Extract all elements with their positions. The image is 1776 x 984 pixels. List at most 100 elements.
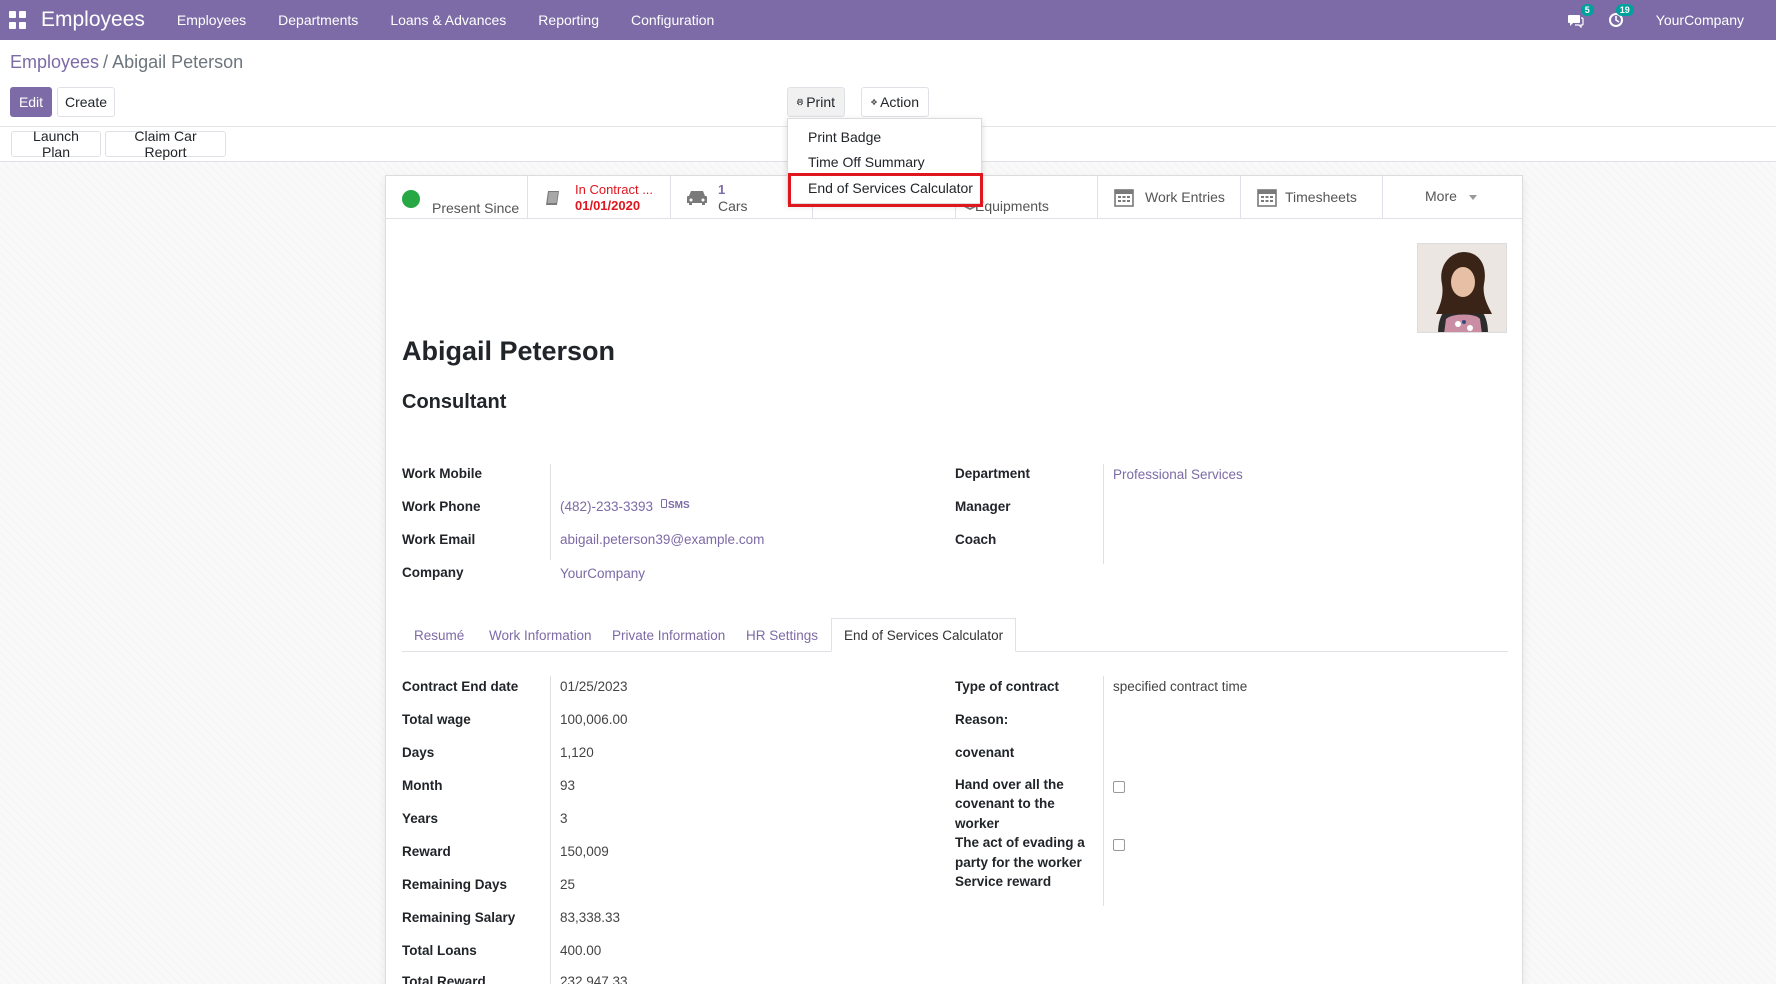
month-label: Month (402, 778, 443, 793)
more-button[interactable]: More (1383, 176, 1522, 219)
department-value[interactable]: Professional Services (1113, 467, 1243, 482)
employee-avatar[interactable] (1417, 243, 1507, 333)
apps-menu-icon[interactable] (9, 11, 27, 29)
work-entries-label: Work Entries (1145, 189, 1225, 205)
type-of-contract-label: Type of contract (955, 679, 1060, 694)
evading-party-checkbox[interactable] (1113, 839, 1125, 851)
launch-plan-button[interactable]: Launch Plan (11, 128, 101, 160)
menu-reporting[interactable]: Reporting (538, 12, 599, 28)
app-title[interactable]: Employees (41, 8, 145, 32)
breadcrumb-employees[interactable]: Employees (10, 52, 99, 72)
remaining-days-label: Remaining Days (402, 877, 508, 892)
days-value[interactable]: 1,120 (560, 745, 594, 760)
type-of-contract-value[interactable]: specified contract time (1113, 679, 1247, 694)
contract-button[interactable]: In Contract ... 01/01/2020 (528, 176, 671, 219)
create-button[interactable]: Create (57, 87, 115, 117)
printer-icon (797, 98, 804, 106)
department-label: Department (955, 466, 1031, 481)
breadcrumb-current: Abigail Peterson (112, 52, 244, 72)
covenant-label: covenant (955, 745, 1015, 760)
total-loans-value[interactable]: 400.00 (560, 943, 601, 958)
field-separator (550, 464, 551, 560)
cars-label: Cars (718, 198, 748, 214)
presence-label: Present Since (432, 200, 520, 216)
handover-covenant-checkbox[interactable] (1113, 781, 1125, 793)
manager-label: Manager (955, 499, 1011, 514)
work-email-value[interactable]: abigail.peterson39@example.com (560, 532, 764, 547)
total-wage-label: Total wage (402, 712, 471, 727)
reason-label: Reason: (955, 712, 1009, 727)
tab-end-of-services-calculator[interactable]: End of Services Calculator (831, 618, 1017, 652)
years-value[interactable]: 3 (560, 811, 568, 826)
company-value[interactable]: YourCompany (560, 566, 645, 581)
messages-count: 5 (1580, 4, 1594, 16)
contract-status: In Contract ... (575, 182, 654, 197)
coach-label: Coach (955, 532, 997, 547)
work-entries-button[interactable]: Work Entries (1098, 176, 1241, 219)
tab-work-information[interactable]: Work Information (477, 618, 604, 652)
notebook-tabs: Resumé Work Information Private Informat… (402, 618, 1508, 652)
breadcrumb: Employees / Abigail Peterson (10, 52, 243, 73)
mobile-icon (661, 499, 667, 508)
claim-car-report-button[interactable]: Claim Car Report (105, 128, 226, 160)
tab-hr-settings[interactable]: HR Settings (734, 618, 830, 652)
activities-icon[interactable]: 19 (1606, 4, 1634, 30)
total-wage-value[interactable]: 100,006.00 (560, 712, 628, 727)
menu-departments[interactable]: Departments (278, 12, 358, 28)
calendar-icon (1257, 189, 1277, 207)
action-button[interactable]: Action (861, 87, 929, 117)
sms-button[interactable]: SMS (661, 499, 690, 511)
company-label: Company (402, 565, 464, 580)
company-switcher[interactable]: YourCompany (1656, 12, 1744, 28)
cars-count: 1 (718, 182, 726, 197)
tab-resume[interactable]: Resumé (402, 618, 476, 652)
evading-label-line2: party for the worker (955, 855, 1082, 870)
contract-date: 01/01/2020 (575, 198, 641, 213)
breadcrumb-separator: / (103, 52, 109, 72)
print-badge-item[interactable]: Print Badge (808, 129, 881, 145)
service-reward-label: Service reward (955, 874, 1052, 889)
action-button-label: Action (880, 94, 919, 110)
caret-down-icon (1469, 195, 1477, 200)
menu-configuration[interactable]: Configuration (631, 12, 714, 28)
equipments-label: Equipments (975, 198, 1049, 214)
handover-label-line2: covenant to the (955, 796, 1055, 811)
days-label: Days (402, 745, 435, 760)
timesheets-button[interactable]: Timesheets (1241, 176, 1383, 219)
contract-end-date-label: Contract End date (402, 679, 519, 694)
evading-label-line1: The act of evading a (955, 835, 1085, 850)
menu-employees[interactable]: Employees (177, 12, 246, 28)
reward-label: Reward (402, 844, 451, 859)
total-reward-value[interactable]: 232,947.33 (560, 974, 628, 984)
time-off-summary-item[interactable]: Time Off Summary (808, 154, 925, 170)
timesheets-label: Timesheets (1285, 189, 1357, 205)
employee-name[interactable]: Abigail Peterson (402, 336, 615, 367)
calendar-icon (1114, 189, 1134, 207)
remaining-days-value[interactable]: 25 (560, 877, 575, 892)
field-separator (550, 676, 551, 984)
handover-label-line3: worker (955, 816, 1000, 831)
work-mobile-label: Work Mobile (402, 466, 483, 481)
presence-button[interactable]: Present Since (386, 176, 528, 219)
print-button-label: Print (806, 94, 835, 110)
print-button[interactable]: Print (787, 87, 845, 117)
car-icon (687, 191, 707, 205)
years-label: Years (402, 811, 439, 826)
month-value[interactable]: 93 (560, 778, 575, 793)
employee-photo (1418, 244, 1506, 332)
top-navbar: Employees Employees Departments Loans & … (0, 0, 1776, 40)
work-phone-value[interactable]: (482)-233-3393 (560, 499, 653, 514)
reward-value[interactable]: 150,009 (560, 844, 609, 859)
more-label: More (1425, 188, 1457, 204)
menu-loans-advances[interactable]: Loans & Advances (390, 12, 506, 28)
gear-icon (871, 98, 878, 106)
handover-label-line1: Hand over all the (955, 777, 1064, 792)
activities-count: 19 (1615, 4, 1634, 16)
contract-end-date-value[interactable]: 01/25/2023 (560, 679, 628, 694)
sms-label: SMS (668, 500, 690, 511)
edit-button[interactable]: Edit (10, 87, 52, 117)
messages-icon[interactable]: 5 (1566, 4, 1594, 30)
employee-job-title[interactable]: Consultant (402, 391, 506, 414)
tab-private-information[interactable]: Private Information (600, 618, 737, 652)
remaining-salary-value[interactable]: 83,338.33 (560, 910, 620, 925)
